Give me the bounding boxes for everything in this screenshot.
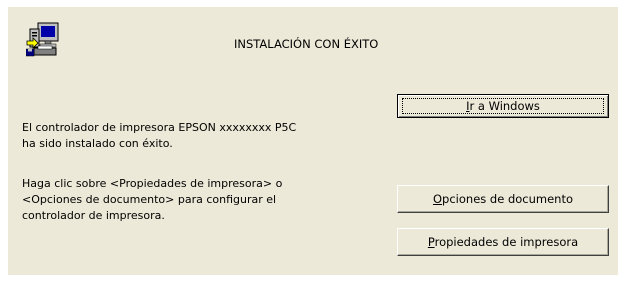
printer-properties-text: ropiedades de impresora xyxy=(434,235,579,249)
printer-properties-mnemonic: P xyxy=(427,235,435,249)
printer-properties-label: Propiedades de impresora xyxy=(398,235,608,249)
instruction-line3: controlador de impresora. xyxy=(22,209,165,222)
document-options-label: Opciones de documento xyxy=(398,192,608,206)
instruction-line2: <Opciones de documento> para configurar … xyxy=(22,193,277,206)
document-options-mnemonic: O xyxy=(432,192,443,206)
document-options-text: pciones de documento xyxy=(442,192,573,206)
go-to-windows-button[interactable]: Ir a Windows xyxy=(397,94,609,118)
go-to-windows-text: r a Windows xyxy=(469,99,540,113)
install-message-line1: El controlador de impresora EPSON xxxxxx… xyxy=(22,121,297,134)
printer-properties-button[interactable]: Propiedades de impresora xyxy=(397,228,609,256)
computer-printer-setup-icon xyxy=(25,21,62,57)
instruction-message: Haga clic sobre <Propiedades de impresor… xyxy=(22,176,282,224)
go-to-windows-label: Ir a Windows xyxy=(398,99,608,113)
dialog-title: INSTALACIÓN CON ÉXITO xyxy=(234,37,379,51)
installation-dialog: INSTALACIÓN CON ÉXITO El controlador de … xyxy=(8,7,618,275)
install-message: El controlador de impresora EPSON xxxxxx… xyxy=(22,120,296,152)
install-message-line2: ha sido instalado con éxito. xyxy=(22,137,173,150)
instruction-line1: Haga clic sobre <Propiedades de impresor… xyxy=(22,177,283,190)
document-options-button[interactable]: Opciones de documento xyxy=(397,185,609,213)
